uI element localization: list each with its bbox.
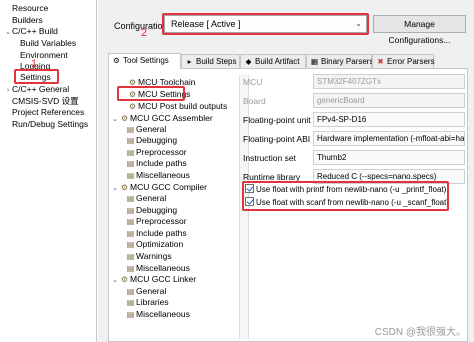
board-field: genericBoard <box>313 93 465 108</box>
page-icon: ▤ <box>126 148 135 157</box>
tree-item-asm-include-paths[interactable]: ▤ Include paths <box>125 158 187 168</box>
tree-item-cc-debugging[interactable]: ▤ Debugging <box>125 205 177 215</box>
page-icon: ▤ <box>126 159 135 168</box>
tool-settings-icon: ⚙ <box>113 56 120 65</box>
tool-icon: ⚙ <box>120 114 129 123</box>
tab-binary-parsers[interactable]: ▦ Binary Parsers <box>306 54 373 68</box>
nav-item-project-references[interactable]: Project References <box>4 107 84 117</box>
tree-item-ld-libraries[interactable]: ▤ Libraries <box>125 297 169 307</box>
highlight-box-settings <box>14 69 59 84</box>
tree-item-cc-warnings[interactable]: ▤ Warnings <box>125 251 172 261</box>
tool-icon: ⚙ <box>128 102 137 111</box>
binary-parsers-icon: ▦ <box>310 57 319 66</box>
page-icon: ▤ <box>126 264 135 273</box>
page-icon: ▤ <box>126 125 135 134</box>
manage-configurations-button[interactable]: Manage Configurations... <box>373 15 466 45</box>
page-icon: ▤ <box>126 206 135 215</box>
nav-item-resource[interactable]: Resource <box>4 3 48 13</box>
tab-build-artifact[interactable]: ◆ Build Artifact <box>240 54 306 68</box>
setting-row-fp-abi: Floating-point ABI Hardware implementati… <box>243 130 465 148</box>
tool-icon: ⚙ <box>120 183 129 192</box>
nav-item-run-debug-settings[interactable]: Run/Debug Settings <box>4 119 88 129</box>
tab-error-parsers[interactable]: ✖ Error Parsers <box>372 54 435 68</box>
error-parsers-icon: ✖ <box>377 57 384 66</box>
setting-row-instruction-set: Instruction set Thumb2 <box>243 149 465 167</box>
setting-row-board: Board genericBoard <box>243 92 465 110</box>
page-icon: ▤ <box>126 252 135 261</box>
chevron-down-icon[interactable]: ⌄ <box>111 276 119 286</box>
property-nav-tree: Resource Builders ⌄C/C++ Build Build Var… <box>0 0 97 342</box>
tree-item-cc-preprocessor[interactable]: ▤ Preprocessor <box>125 216 187 226</box>
configuration-bar: Configuration: Release [ Active ] ⌄ 2 Ma… <box>98 0 474 52</box>
page-icon: ▤ <box>126 136 135 145</box>
highlight-box-mcu-settings <box>117 86 185 101</box>
tree-item-asm-miscellaneous[interactable]: ▤ Miscellaneous <box>125 170 190 180</box>
page-icon: ▤ <box>126 240 135 249</box>
chevron-right-icon[interactable]: › <box>4 86 12 96</box>
page-icon: ▤ <box>126 171 135 180</box>
instruction-set-select[interactable]: Thumb2 <box>313 150 465 165</box>
chevron-down-icon[interactable]: ⌄ <box>4 28 12 38</box>
tab-tool-settings[interactable]: ⚙ Tool Settings <box>108 53 181 69</box>
nav-item-cpp-build[interactable]: ⌄C/C++ Build <box>4 26 58 36</box>
tree-item-assembler[interactable]: ⌄ ⚙ MCU GCC Assembler <box>111 113 213 123</box>
setting-label: Board <box>243 96 266 106</box>
nav-item-builders[interactable]: Builders <box>4 15 43 25</box>
tree-item-asm-debugging[interactable]: ▤ Debugging <box>125 135 177 145</box>
settings-page: Configuration: Release [ Active ] ⌄ 2 Ma… <box>98 0 474 342</box>
tree-item-asm-preprocessor[interactable]: ▤ Preprocessor <box>125 147 187 157</box>
setting-label: Floating-point ABI <box>243 134 311 144</box>
chevron-down-icon[interactable]: ⌄ <box>111 115 119 125</box>
mcu-field: STM32F407ZGTx <box>313 74 465 89</box>
setting-label: MCU <box>243 77 263 87</box>
nav-item-environment[interactable]: Environment <box>12 50 68 60</box>
annotation-number-2: 2 <box>141 27 148 39</box>
page-icon: ▤ <box>126 310 135 319</box>
setting-row-fpu: Floating-point unit FPv4-SP-D16 <box>243 111 465 129</box>
tree-item-compiler[interactable]: ⌄ ⚙ MCU GCC Compiler <box>111 182 207 192</box>
tree-item-cc-miscellaneous[interactable]: ▤ Miscellaneous <box>125 263 190 273</box>
tree-item-linker[interactable]: ⌄ ⚙ MCU GCC Linker <box>111 274 196 284</box>
tree-item-cc-optimization[interactable]: ▤ Optimization <box>125 239 184 249</box>
setting-label: Floating-point unit <box>243 115 311 125</box>
tab-build-steps[interactable]: ▸ Build Steps <box>181 54 240 68</box>
fpu-select[interactable]: FPv4-SP-D16 <box>313 112 465 127</box>
nav-item-cpp-general[interactable]: › C/C++ General <box>4 84 69 94</box>
page-icon: ▤ <box>126 287 135 296</box>
setting-label: Instruction set <box>243 153 296 163</box>
page-icon: ▤ <box>126 298 135 307</box>
fp-abi-select[interactable]: Hardware implementation (-mfloat-abi=ha <box>313 131 465 146</box>
watermark: CSDN @我很强大。 <box>374 327 466 338</box>
highlight-box-configuration <box>162 13 369 35</box>
build-artifact-icon: ◆ <box>245 57 252 66</box>
setting-row-mcu: MCU STM32F407ZGTx <box>243 73 465 91</box>
nav-item-cmsis-svd[interactable]: CMSIS-SVD 设置 <box>4 96 79 106</box>
settings-tabs: ⚙ Tool Settings ▸ Build Steps ◆ Build Artif… <box>108 53 464 69</box>
build-steps-icon: ▸ <box>187 57 192 66</box>
tool-tree: ⚙ MCU Toolchain ⚙ MCU Settings ⚙ MCU Post b… <box>111 73 237 341</box>
tree-item-asm-general[interactable]: ▤ General <box>125 124 167 134</box>
mcu-settings-form: MCU STM32F407ZGTx Board genericBoard Flo… <box>242 73 465 342</box>
tree-item-ld-miscellaneous[interactable]: ▤ Miscellaneous <box>125 309 190 319</box>
tree-item-ld-general[interactable]: ▤ General <box>125 286 167 296</box>
tree-item-cc-general[interactable]: ▤ General <box>125 193 167 203</box>
highlight-box-float-options <box>242 181 449 211</box>
nav-item-build-variables[interactable]: Build Variables <box>12 38 76 48</box>
tree-item-mcu-post-build[interactable]: ⚙ MCU Post build outputs <box>119 101 227 111</box>
chevron-down-icon[interactable]: ⌄ <box>111 184 119 194</box>
page-icon: ▤ <box>126 229 135 238</box>
tool-settings-panel: ⚙ MCU Toolchain ⚙ MCU Settings ⚙ MCU Post b… <box>108 68 468 342</box>
tool-icon: ⚙ <box>120 275 129 284</box>
page-icon: ▤ <box>126 217 135 226</box>
page-icon: ▤ <box>126 194 135 203</box>
tree-item-cc-include-paths[interactable]: ▤ Include paths <box>125 228 187 238</box>
